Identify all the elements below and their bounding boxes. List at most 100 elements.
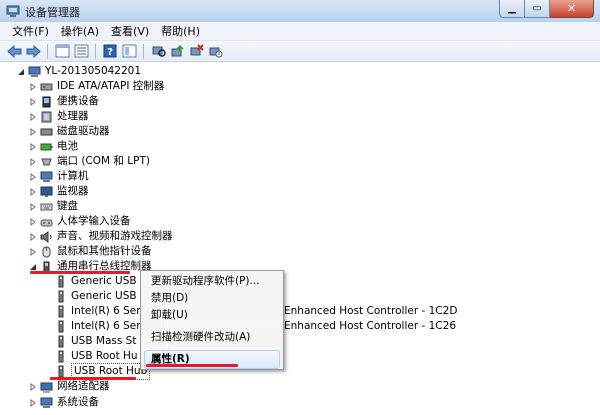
maximize-icon: ▭ [532, 3, 542, 14]
device-label: USB Mass St [71, 335, 137, 347]
minimize-icon: ▁ [508, 3, 516, 14]
list-view-icon [74, 44, 88, 58]
expand-arrow-icon[interactable] [28, 157, 37, 166]
update-driver-menu-item[interactable]: 更新驱动程序软件(P)... [151, 273, 260, 290]
category-label: 人体学输入设备 [57, 215, 131, 227]
hid-icon [40, 215, 53, 228]
battery-icon [40, 140, 53, 153]
category-label: 网络适配器 [57, 380, 110, 392]
usb-device-icon [54, 290, 67, 303]
maximize-button[interactable]: ▭ [525, 0, 550, 18]
disable-menu-item[interactable]: 禁用(D) [151, 290, 188, 307]
tree-device[interactable]: Intel(R) 6 Ser [54, 304, 141, 319]
expand-arrow-icon[interactable] [28, 172, 37, 181]
expand-arrow-icon[interactable] [28, 97, 37, 106]
help-icon: ? [103, 44, 117, 58]
collapse-arrow-icon[interactable] [16, 67, 25, 76]
tree-category-network[interactable]: 网络适配器 [28, 379, 110, 394]
monitor-icon [40, 185, 53, 198]
tree-device-tail: Enhanced Host Controller - 1C26 [284, 319, 456, 334]
title-bar[interactable]: 设备管理器 ▁ ▭ ✕ [0, 0, 600, 22]
scan-hardware-button[interactable] [150, 43, 166, 59]
tree-category-sound[interactable]: 声音、视频和游戏控制器 [28, 229, 173, 244]
menu-bar: 文件(F) 操作(A) 查看(V) 帮助(H) [0, 22, 600, 41]
details-button[interactable] [121, 43, 137, 59]
category-label: 监视器 [57, 185, 89, 197]
device-label: Intel(R) 6 Ser [71, 305, 141, 317]
toolbar-separator [47, 43, 48, 59]
tree-category-ide[interactable]: IDE ATA/ATAPI 控制器 [28, 79, 164, 94]
ide-controller-icon [40, 80, 53, 93]
scan-hardware-menu-item[interactable]: 扫描检测硬件改动(A) [151, 329, 250, 346]
minimize-button[interactable]: ▁ [499, 0, 525, 18]
tree-root[interactable]: YL-201305042201 [16, 64, 141, 79]
expand-arrow-icon[interactable] [28, 127, 37, 136]
expand-arrow-icon[interactable] [28, 142, 37, 151]
menu-view[interactable]: 查看(V) [105, 23, 155, 39]
back-button[interactable] [6, 43, 22, 59]
network-adapter-icon [40, 380, 53, 393]
tree-category-ports[interactable]: 端口 (COM 和 LPT) [28, 154, 150, 169]
device-label-tail: Enhanced Host Controller - 1C2D [284, 305, 458, 317]
tree-category-monitor[interactable]: 监视器 [28, 184, 89, 199]
tree-device[interactable]: Generic USB [54, 274, 137, 289]
expand-arrow-icon[interactable] [28, 398, 37, 407]
window-title: 设备管理器 [25, 6, 80, 19]
device-label: USB Root Hu [71, 350, 138, 362]
expand-arrow-icon[interactable] [28, 82, 37, 91]
close-button[interactable]: ✕ [550, 0, 594, 18]
category-label: 系统设备 [57, 396, 99, 408]
device-manager-app-icon [6, 5, 20, 17]
forward-button[interactable] [25, 43, 41, 59]
tree-category-processor[interactable]: 处理器 [28, 109, 89, 124]
collapse-arrow-icon[interactable] [28, 262, 37, 271]
list-view-button[interactable] [73, 43, 89, 59]
computer-icon [40, 170, 53, 183]
tree-category-mouse[interactable]: 鼠标和其他指针设备 [28, 244, 152, 259]
update-driver-button[interactable] [169, 43, 185, 59]
tree-device[interactable]: USB Mass St [54, 334, 136, 349]
tree-category-system[interactable]: 系统设备 [28, 395, 99, 410]
usb-device-icon [54, 320, 67, 333]
tree-category-disk[interactable]: 磁盘驱动器 [28, 124, 110, 139]
help-button[interactable]: ? [102, 43, 118, 59]
tree-category-keyboard[interactable]: 键盘 [28, 199, 78, 214]
tree-category-computer[interactable]: 计算机 [28, 169, 89, 184]
device-tree: YL-201305042201 IDE ATA/ATAPI 控制器 便携设备 处… [0, 62, 600, 415]
device-label: Generic USB [71, 275, 137, 287]
back-icon [6, 44, 21, 58]
category-label: 鼠标和其他指针设备 [57, 245, 152, 257]
usb-device-icon [54, 350, 67, 363]
expand-arrow-icon[interactable] [28, 217, 37, 226]
tree-category-battery[interactable]: 电池 [28, 139, 78, 154]
tree-device[interactable]: USB Root Hu [54, 349, 138, 364]
expand-arrow-icon[interactable] [28, 187, 37, 196]
expand-arrow-icon[interactable] [28, 202, 37, 211]
tree-category-portable[interactable]: 便携设备 [28, 94, 99, 109]
menu-action[interactable]: 操作(A) [55, 23, 105, 39]
tree-device[interactable]: Generic USB [54, 289, 137, 304]
uninstall-button[interactable] [188, 43, 204, 59]
annotation-underline [50, 377, 136, 380]
toolbar: ? [0, 41, 600, 62]
expand-arrow-icon[interactable] [28, 232, 37, 241]
disk-drive-icon [40, 125, 53, 138]
menu-help[interactable]: 帮助(H) [155, 23, 206, 39]
menu-file[interactable]: 文件(F) [6, 23, 55, 39]
uninstall-menu-item[interactable]: 卸载(U) [151, 307, 188, 324]
properties-view-button[interactable] [54, 43, 70, 59]
toolbar-separator [95, 43, 96, 59]
category-label: IDE ATA/ATAPI 控制器 [57, 80, 165, 92]
tree-device[interactable]: Intel(R) 6 Ser [54, 319, 141, 334]
expand-arrow-icon[interactable] [28, 112, 37, 121]
disable-button[interactable] [207, 43, 223, 59]
expand-arrow-icon[interactable] [28, 382, 37, 391]
disable-icon [209, 47, 222, 58]
category-label: 磁盘驱动器 [57, 125, 110, 137]
tree-category-hid[interactable]: 人体学输入设备 [28, 214, 131, 229]
expand-arrow-icon[interactable] [28, 247, 37, 256]
speaker-icon [40, 230, 53, 243]
category-label: 电池 [57, 140, 78, 152]
window-controls: ▁ ▭ ✕ [499, 0, 594, 20]
category-label: 计算机 [57, 170, 89, 182]
